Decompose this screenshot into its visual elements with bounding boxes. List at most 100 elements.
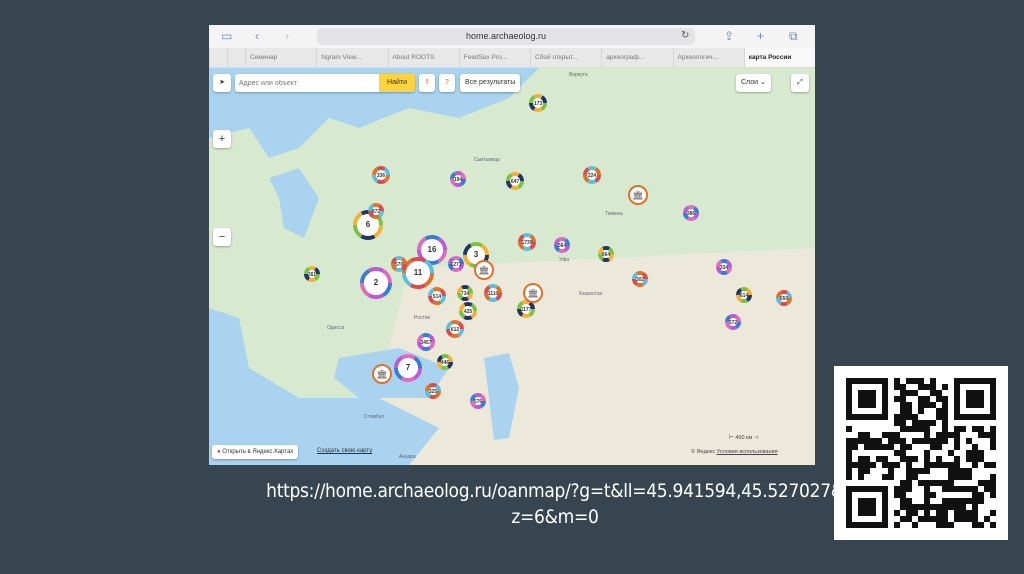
browser-tab[interactable]: карта России <box>743 48 815 67</box>
zoom-out-button[interactable]: − <box>213 228 231 246</box>
attribution: © Яндекс Условия использования <box>691 449 778 455</box>
cluster-marker[interactable]: 224 <box>583 166 601 184</box>
open-in-yandex-link[interactable]: ● Открыть в Яндекс.Картах <box>212 445 299 459</box>
browser-tab[interactable]: Ngram View... <box>316 48 387 67</box>
museum-marker[interactable]: 🏛 <box>372 364 392 384</box>
cluster-marker[interactable]: 1177 <box>517 300 535 318</box>
qr-module <box>984 516 990 522</box>
filter-icon[interactable]: ⚱ <box>419 74 435 92</box>
cluster-marker[interactable]: 425 <box>459 302 477 320</box>
qr-module <box>882 432 888 438</box>
cluster-marker[interactable]: 612 <box>446 320 464 338</box>
share-icon[interactable]: ⇪ <box>724 29 734 43</box>
qr-module <box>984 432 990 438</box>
qr-module <box>912 438 918 444</box>
cluster-marker[interactable]: 650 <box>776 290 792 306</box>
qr-module <box>936 408 942 414</box>
browser-tab[interactable] <box>227 48 245 67</box>
all-results-button[interactable]: Все результаты <box>460 74 521 92</box>
cluster-count: 386 <box>687 211 696 217</box>
cluster-marker[interactable]: 572 <box>725 314 741 330</box>
fullscreen-icon[interactable]: ⤢ <box>791 74 809 92</box>
cluster-marker[interactable]: 664 <box>598 246 614 262</box>
cluster-marker[interactable]: 302 <box>632 271 648 287</box>
new-tab-icon[interactable]: + <box>757 29 764 43</box>
cluster-count: 514 <box>433 294 442 300</box>
browser-tab[interactable] <box>209 48 227 67</box>
sidebar-icon[interactable]: ▭ <box>221 29 232 43</box>
search-input[interactable] <box>235 74 380 92</box>
browser-tab[interactable]: FeedSax Pro... <box>458 48 530 67</box>
back-icon[interactable]: ‹ <box>255 29 259 43</box>
qr-module <box>852 462 858 468</box>
qr-module <box>912 468 918 474</box>
create-map-link[interactable]: Создать свою карту <box>317 448 372 454</box>
search-button[interactable]: Найти <box>379 74 415 92</box>
cluster-marker[interactable]: 11 <box>402 257 434 289</box>
cluster-marker[interactable]: 570 <box>391 256 407 272</box>
zoom-in-button[interactable]: + <box>213 130 231 148</box>
cluster-count: 173 <box>534 101 543 107</box>
qr-module <box>972 522 978 528</box>
cluster-marker[interactable]: 386 <box>683 205 699 221</box>
forward-icon[interactable]: › <box>285 29 289 43</box>
qr-module <box>924 462 930 468</box>
qr-module <box>924 432 930 438</box>
geolocate-button[interactable]: ➤ <box>213 74 231 92</box>
address-bar[interactable]: home.archaeolog.ru <box>317 28 695 45</box>
cluster-marker[interactable]: 872 <box>368 203 384 219</box>
help-button[interactable]: ? <box>439 74 455 92</box>
qr-module <box>960 426 966 432</box>
cluster-marker[interactable]: 7 <box>394 354 422 382</box>
qr-module <box>978 432 984 438</box>
qr-module <box>984 486 990 492</box>
cluster-marker[interactable]: 446 <box>437 354 453 370</box>
museum-marker[interactable]: 🏛 <box>474 260 494 280</box>
cluster-marker[interactable]: 325 <box>425 383 441 399</box>
cluster-marker[interactable]: 334 <box>716 259 732 275</box>
qr-module <box>858 462 864 468</box>
qr-module <box>858 432 864 438</box>
cluster-marker[interactable]: 647 <box>506 172 524 190</box>
cluster-marker[interactable]: 564 <box>554 237 570 253</box>
browser-tab[interactable]: Семинар <box>245 48 316 67</box>
cluster-marker[interactable]: 173 <box>529 94 547 112</box>
cluster-marker[interactable]: 2 <box>360 267 392 299</box>
terms-link[interactable]: Условия использования <box>717 449 778 455</box>
qr-module <box>894 432 900 438</box>
cluster-marker[interactable]: 576 <box>470 393 486 409</box>
cluster-marker[interactable]: 1110 <box>484 284 502 302</box>
cluster-marker[interactable]: 614 <box>736 287 752 303</box>
browser-tab[interactable]: Археологич... <box>672 48 744 67</box>
qr-module <box>978 522 984 528</box>
qr-module <box>846 474 852 480</box>
qr-module <box>894 522 900 528</box>
reload-icon[interactable]: ↻ <box>681 29 689 43</box>
qr-module <box>942 414 948 420</box>
tabs-overview-icon[interactable]: ⧉ <box>789 29 798 43</box>
cluster-count: 11 <box>414 268 423 277</box>
cluster-marker[interactable]: 194 <box>450 171 466 187</box>
cluster-marker[interactable]: 3457 <box>417 333 435 351</box>
museum-marker[interactable]: 🏛 <box>523 283 543 303</box>
cluster-marker[interactable]: 514 <box>428 287 446 305</box>
map-canvas[interactable]: Сыктывкар Воркута Казахстан Одесса Стамбул Ан… <box>209 68 815 465</box>
qr-module <box>924 480 930 486</box>
qr-module <box>954 444 960 450</box>
layers-button[interactable]: Слои ⌄ <box>736 74 771 92</box>
qr-module <box>948 498 954 504</box>
cluster-marker[interactable]: 1739 <box>518 233 536 251</box>
qr-module <box>900 402 906 408</box>
cluster-marker[interactable]: 261 <box>304 266 320 282</box>
qr-module <box>966 456 972 462</box>
cluster-marker[interactable]: 734 <box>457 285 473 301</box>
browser-tab[interactable]: About ROOTS <box>387 48 459 67</box>
cluster-count: 446 <box>441 360 450 366</box>
qr-module <box>972 462 978 468</box>
cluster-marker[interactable]: 1271 <box>448 256 464 272</box>
browser-tab[interactable]: археограф... <box>601 48 672 67</box>
museum-marker[interactable]: 🏛 <box>628 185 648 205</box>
map-view[interactable]: Сыктывкар Воркута Казахстан Одесса Стамбул Ан… <box>209 68 815 465</box>
browser-tab[interactable]: Сбой открыт... <box>530 48 601 67</box>
cluster-marker[interactable]: 336 <box>372 166 390 184</box>
